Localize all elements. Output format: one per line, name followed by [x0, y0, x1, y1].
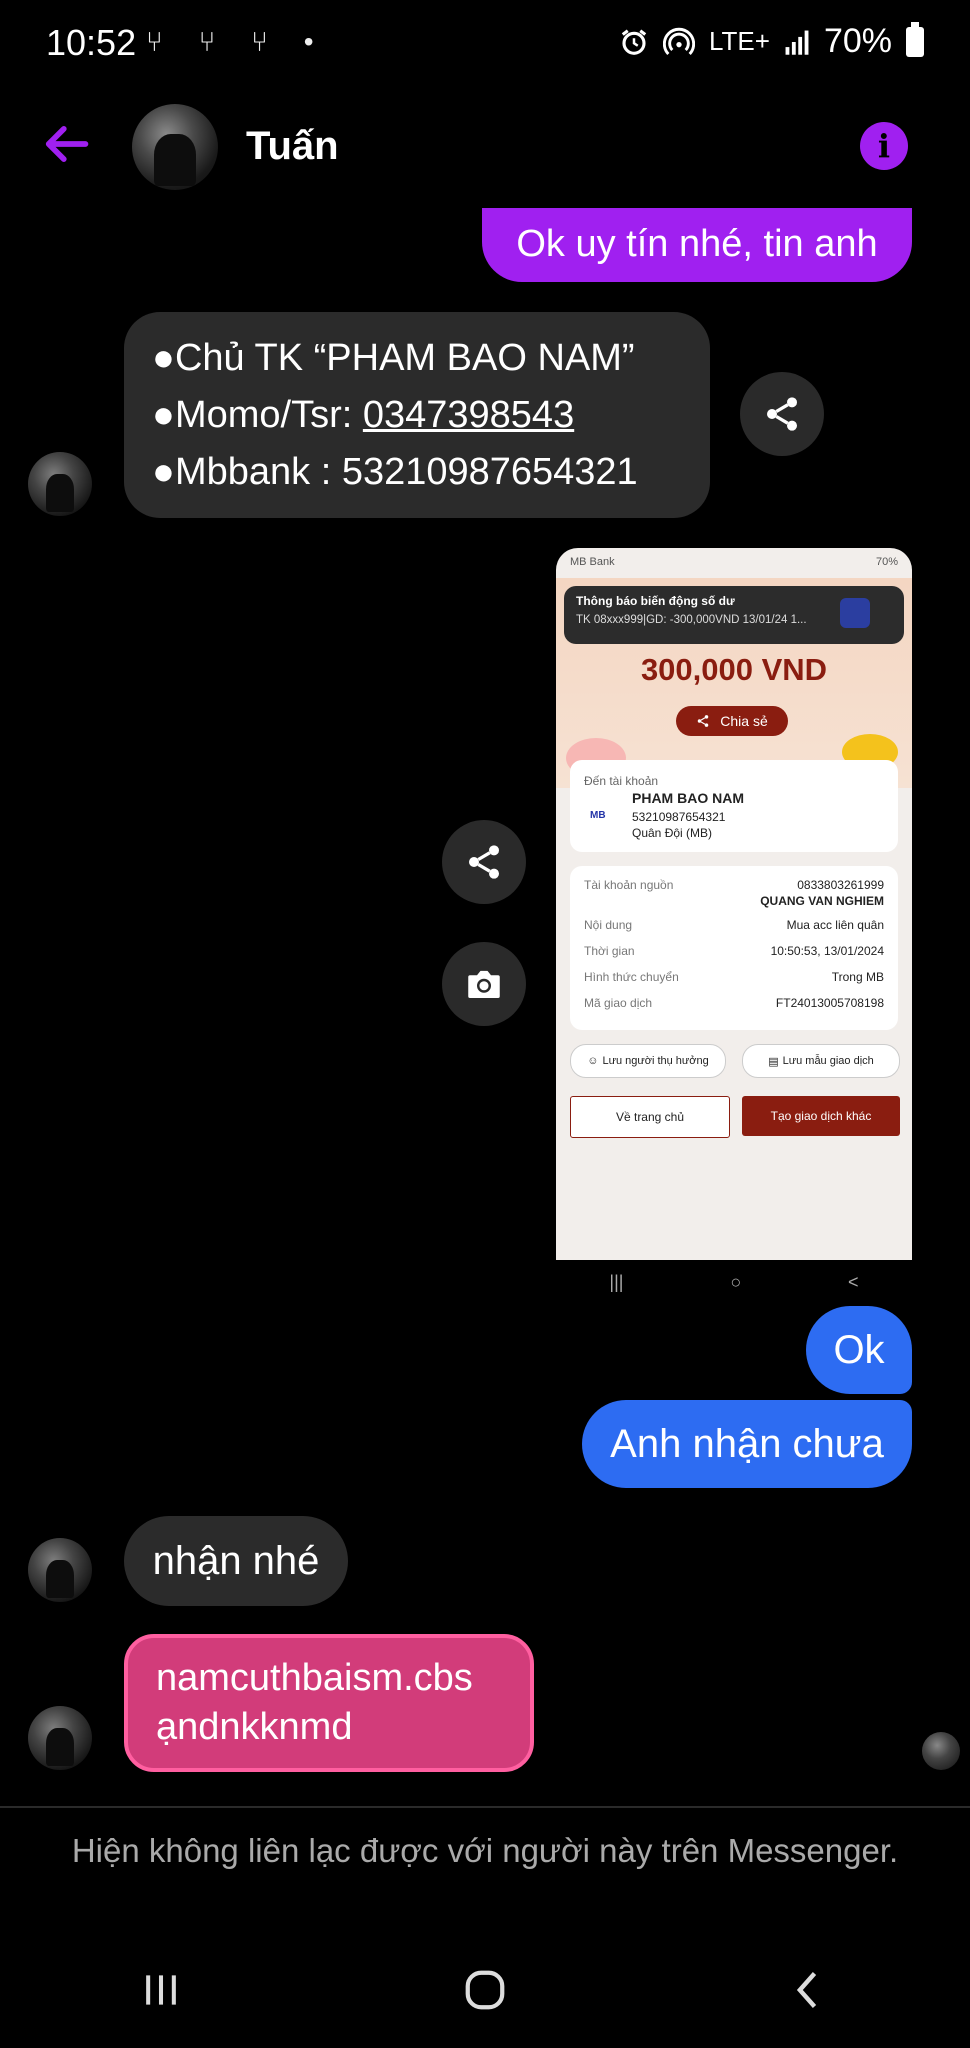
recipient-card: Đến tài khoản MB PHAM BAO NAM 5321098765…: [570, 760, 898, 852]
transfer-screenshot-image[interactable]: MB Bank 70% Thông báo biến động số dư TK…: [556, 548, 912, 1260]
document-icon: ▤: [768, 1055, 779, 1068]
detail-row: Nội dung Mua acc liên quân: [584, 918, 884, 944]
message-text: Ok: [833, 1328, 885, 1372]
shot-nav-back-icon: <: [848, 1271, 859, 1292]
recipient-bank: Quân Đội (MB): [632, 826, 713, 840]
detail-key: Hình thức chuyển: [584, 970, 679, 984]
sender-avatar[interactable]: [28, 452, 92, 516]
sender-avatar[interactable]: [28, 1538, 92, 1602]
contact-name[interactable]: Tuấn: [246, 124, 339, 169]
camera-icon: [468, 970, 500, 998]
signal-icon: [785, 30, 809, 55]
save-template-chip: ▤ Lưu mẫu giao dịch: [742, 1044, 900, 1078]
source-account-name: QUANG VAN NGHIEM: [760, 894, 884, 908]
message-text: nhận nhé: [152, 1539, 320, 1583]
shot-app-name: MB Bank: [570, 556, 615, 568]
status-right-group: LTE+ 70%: [619, 21, 924, 61]
message-sent[interactable]: Anh nhận chưa: [582, 1400, 912, 1488]
detail-key: Nội dung: [584, 918, 633, 932]
message-sent[interactable]: Ok uy tín nhé, tin anh: [482, 208, 912, 282]
message-sent[interactable]: Ok: [806, 1306, 912, 1394]
info-icon[interactable]: i: [860, 122, 908, 170]
detail-value: Trong MB: [831, 970, 884, 984]
user-icon: ☺: [587, 1055, 599, 1067]
balance-notification: Thông báo biến động số dư TK 08xxx999|GD…: [564, 586, 904, 644]
phone-link[interactable]: 0347398543: [363, 394, 574, 436]
message-received[interactable]: nhận nhé: [124, 1516, 348, 1606]
shot-nav-home-icon: ○: [730, 1271, 742, 1292]
message-line: ●Mbbank : 53210987654321: [152, 450, 638, 493]
alarm-icon: [621, 29, 647, 55]
back-arrow-icon[interactable]: [40, 118, 92, 170]
share-icon: [767, 397, 797, 431]
unavailable-notice: Hiện không liên lạc được với người này t…: [71, 1832, 899, 1869]
share-button[interactable]: [442, 820, 526, 904]
chip-label: Lưu mẫu giao dịch: [782, 1055, 874, 1067]
detail-row: Hình thức chuyển Trong MB: [584, 970, 884, 996]
battery-icon: [906, 21, 924, 57]
detail-row: Thời gian 10:50:53, 13/01/2024: [584, 944, 884, 970]
camera-button[interactable]: [442, 942, 526, 1026]
message-line: ●Momo/Tsr: 0347398543: [152, 387, 682, 444]
shot-nav-recents-icon: |||: [609, 1271, 624, 1292]
detail-value: FT24013005708198: [775, 996, 884, 1010]
shot-status-bar: MB Bank 70%: [556, 548, 912, 580]
recents-icon[interactable]: [139, 1968, 183, 2012]
share-label: Chia sẻ: [720, 713, 768, 729]
detail-row: Mã giao dịch FT24013005708198: [584, 996, 884, 1022]
message-received[interactable]: namcuthbaism.cbs ạndnkknmd: [124, 1634, 534, 1772]
battery-percent: 70%: [823, 22, 892, 60]
detail-key: Mã giao dịch: [584, 996, 653, 1010]
detail-value: 0833803261999: [797, 878, 884, 892]
recipient-account: 53210987654321: [632, 810, 726, 824]
share-button[interactable]: [740, 372, 824, 456]
footer-divider: [0, 1806, 970, 1808]
transaction-details-card: Tài khoản nguồn 0833803261999 QUANG VAN N…: [570, 866, 898, 1030]
share-icon: [698, 715, 709, 727]
message-text: ●Momo/Tsr:: [152, 393, 363, 436]
status-time: 10:52: [46, 22, 137, 63]
seen-receipt-avatar: [922, 1732, 960, 1770]
shot-battery: 70%: [875, 556, 898, 568]
share-pill: Chia sẻ: [676, 706, 788, 736]
back-icon[interactable]: [787, 1968, 831, 2012]
notification-thumbnail: [840, 598, 870, 628]
message-line: ạndnkknmd: [156, 1706, 353, 1748]
message-line: ●Chủ TK “PHAM BAO NAM”: [152, 336, 635, 379]
home-icon[interactable]: [462, 1967, 508, 2013]
home-button: Về trang chủ: [570, 1096, 730, 1138]
contact-avatar[interactable]: [132, 104, 218, 190]
network-type: LTE+: [709, 26, 770, 56]
save-beneficiary-chip: ☺ Lưu người thụ hưởng: [570, 1044, 726, 1078]
shot-nav-bar: ||| ○ <: [556, 1260, 912, 1304]
mb-bank-logo: MB: [590, 810, 606, 821]
message-line: namcuthbaism.cbs: [156, 1656, 473, 1699]
sender-avatar[interactable]: [28, 1706, 92, 1770]
detail-key: Tài khoản nguồn: [584, 878, 674, 892]
detail-key: Thời gian: [584, 944, 635, 958]
recipient-name: PHAM BAO NAM: [632, 790, 744, 806]
share-icon: [469, 845, 499, 879]
transfer-amount: 300,000 VND: [640, 652, 828, 687]
new-transaction-button: Tạo giao dịch khác: [742, 1096, 900, 1136]
detail-value: Mua acc liên quân: [786, 918, 884, 932]
system-nav-bar: [0, 1950, 970, 2030]
message-text: Anh nhận chưa: [610, 1422, 884, 1466]
notification-icons: ⑂ ⑂ ⑂ •: [146, 26, 328, 57]
to-account-label: Đến tài khoản: [584, 774, 659, 788]
message-text: Ok uy tín nhé, tin anh: [516, 223, 878, 266]
chip-label: Lưu người thụ hưởng: [602, 1055, 709, 1067]
message-received[interactable]: ●Chủ TK “PHAM BAO NAM” ●Momo/Tsr: 034739…: [124, 312, 710, 518]
detail-value: 10:50:53, 13/01/2024: [770, 944, 884, 958]
hotspot-icon: [663, 27, 695, 55]
